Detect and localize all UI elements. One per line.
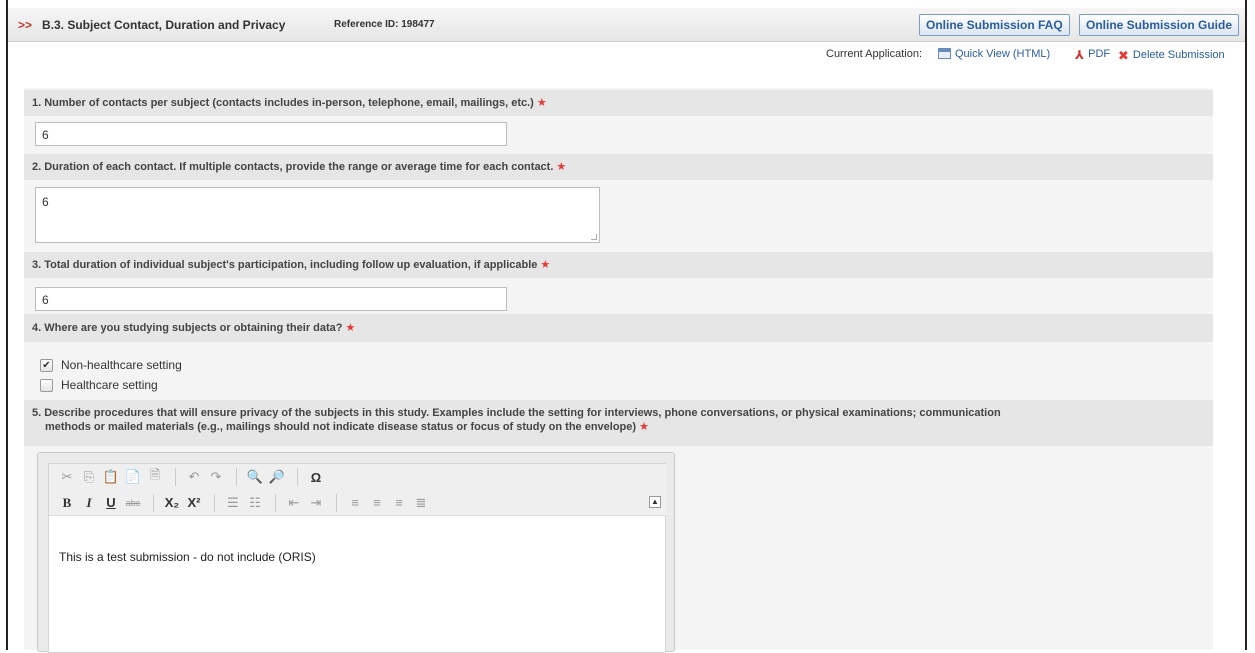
- italic-icon[interactable]: I: [79, 493, 99, 513]
- find-icon[interactable]: 🔍: [245, 467, 265, 487]
- toolbar-divider: [275, 493, 276, 512]
- checkbox-checked-icon[interactable]: ✔: [40, 358, 53, 372]
- page: >> B.3. Subject Contact, Duration and Pr…: [8, 0, 1245, 653]
- guide-button[interactable]: Online Submission Guide: [1079, 14, 1240, 36]
- section-header: >> B.3. Subject Contact, Duration and Pr…: [8, 8, 1245, 42]
- redo-icon[interactable]: ↷: [206, 467, 226, 487]
- required-star-icon: ★: [345, 322, 356, 334]
- subscript-icon[interactable]: X₂: [162, 493, 182, 513]
- section-title: B.3. Subject Contact, Duration and Priva…: [42, 18, 286, 32]
- question-1-text: 1. Number of contacts per subject (conta…: [32, 97, 534, 109]
- toolbar-divider: [236, 468, 237, 486]
- required-star-icon: ★: [639, 421, 649, 433]
- required-star-icon: ★: [556, 161, 567, 173]
- toolbar-divider: [214, 493, 215, 512]
- toolbar-divider: [297, 468, 298, 486]
- pdf-label: PDF: [1088, 48, 1111, 60]
- section-arrow: >>: [18, 18, 33, 32]
- special-char-icon[interactable]: Ω: [306, 467, 326, 487]
- option-healthcare[interactable]: Healthcare setting: [40, 378, 158, 392]
- toolbar-divider: [153, 493, 154, 512]
- question-3-text: 3. Total duration of individual subject'…: [32, 259, 538, 271]
- question-5-label: 5. Describe procedures that will ensure …: [24, 400, 1213, 446]
- question-1-label: 1. Number of contacts per subject (conta…: [24, 90, 1213, 116]
- question-2-label: 2. Duration of each contact. If multiple…: [24, 154, 1213, 180]
- option-healthcare-label: Healthcare setting: [61, 378, 158, 392]
- paste-text-icon[interactable]: 📄: [123, 467, 143, 487]
- replace-icon[interactable]: 🔎: [267, 467, 287, 487]
- underline-icon[interactable]: U: [101, 493, 121, 513]
- question-4-label: 4. Where are you studying subjects or ob…: [24, 314, 1213, 342]
- contact-duration-textarea[interactable]: 6: [35, 187, 600, 243]
- total-duration-input[interactable]: 6: [35, 287, 507, 311]
- rich-text-editor: ✂ ⎘ 📋 📄 🗎 ↶ ↷ 🔍 🔎 Ω B I U abc X₂ X² ☰ ☷ …: [37, 452, 675, 653]
- numbered-list-icon[interactable]: ☰: [223, 493, 243, 513]
- superscript-icon[interactable]: X²: [184, 493, 204, 513]
- delete-submission-label: Delete Submission: [1132, 49, 1225, 61]
- align-center-icon[interactable]: ≡: [367, 493, 387, 513]
- quick-view-label: Quick View (HTML): [955, 48, 1051, 60]
- question-2-text: 2. Duration of each contact. If multiple…: [32, 161, 554, 173]
- toolbar-divider: [336, 493, 337, 512]
- editor-toolbar-row-2: B I U abc X₂ X² ☰ ☷ ⇤ ⇥ ≡ ≡ ≡ ≣ ▲: [49, 490, 667, 516]
- question-4-text: 4. Where are you studying subjects or ob…: [32, 322, 343, 334]
- cut-icon[interactable]: ✂: [57, 467, 77, 487]
- resize-grip-icon[interactable]: [591, 234, 597, 240]
- required-star-icon: ★: [540, 259, 551, 271]
- contacts-per-subject-input[interactable]: 6: [35, 122, 507, 146]
- window-border-right: [1245, 0, 1247, 650]
- required-star-icon: ★: [536, 97, 547, 109]
- undo-icon[interactable]: ↶: [184, 467, 204, 487]
- paste-icon[interactable]: 📋: [101, 467, 121, 487]
- justify-icon[interactable]: ≣: [411, 493, 431, 513]
- checkbox-unchecked-icon[interactable]: [40, 378, 53, 392]
- copy-icon[interactable]: ⎘: [79, 467, 99, 487]
- option-non-healthcare[interactable]: ✔ Non-healthcare setting: [40, 358, 182, 372]
- form-content: 1. Number of contacts per subject (conta…: [24, 88, 1213, 653]
- align-left-icon[interactable]: ≡: [345, 493, 365, 513]
- bold-icon[interactable]: B: [57, 493, 77, 513]
- outdent-icon[interactable]: ⇤: [284, 493, 304, 513]
- option-non-healthcare-label: Non-healthcare setting: [61, 358, 182, 372]
- toolbar-divider: [175, 468, 176, 486]
- pdf-link[interactable]: ⅄ PDF: [1075, 48, 1110, 62]
- editor-area: ✂ ⎘ 📋 📄 🗎 ↶ ↷ 🔍 🔎 Ω B I U abc X₂ X² ☰ ☷ …: [48, 463, 667, 653]
- pdf-icon: ⅄: [1075, 48, 1085, 62]
- delete-submission-link[interactable]: ✖ Delete Submission: [1118, 48, 1225, 64]
- question-5-text-line1: 5. Describe procedures that will ensure …: [32, 407, 1001, 419]
- quick-view-icon: [938, 48, 951, 59]
- paste-word-icon[interactable]: 🗎: [145, 467, 165, 487]
- delete-icon: ✖: [1118, 48, 1129, 63]
- question-3-label: 3. Total duration of individual subject'…: [24, 252, 1213, 278]
- align-right-icon[interactable]: ≡: [389, 493, 409, 513]
- question-5-text-line2: methods or mailed materials (e.g., maili…: [45, 421, 637, 433]
- faq-button[interactable]: Online Submission FAQ: [919, 14, 1070, 36]
- strikethrough-icon[interactable]: abc: [123, 493, 143, 513]
- collapse-toolbar-icon[interactable]: ▲: [649, 496, 661, 508]
- contact-duration-value: 6: [42, 195, 49, 209]
- editor-toolbar-row-1: ✂ ⎘ 📋 📄 🗎 ↶ ↷ 🔍 🔎 Ω: [49, 464, 667, 490]
- indent-icon[interactable]: ⇥: [306, 493, 326, 513]
- editor-content[interactable]: This is a test submission - do not inclu…: [59, 550, 316, 564]
- reference-id: Reference ID: 198477: [334, 19, 435, 30]
- bulleted-list-icon[interactable]: ☷: [245, 493, 265, 513]
- current-application-label: Current Application:: [826, 48, 922, 60]
- quick-view-link[interactable]: Quick View (HTML): [938, 48, 1050, 60]
- application-bar: Current Application: Quick View (HTML) ⅄…: [8, 48, 1245, 66]
